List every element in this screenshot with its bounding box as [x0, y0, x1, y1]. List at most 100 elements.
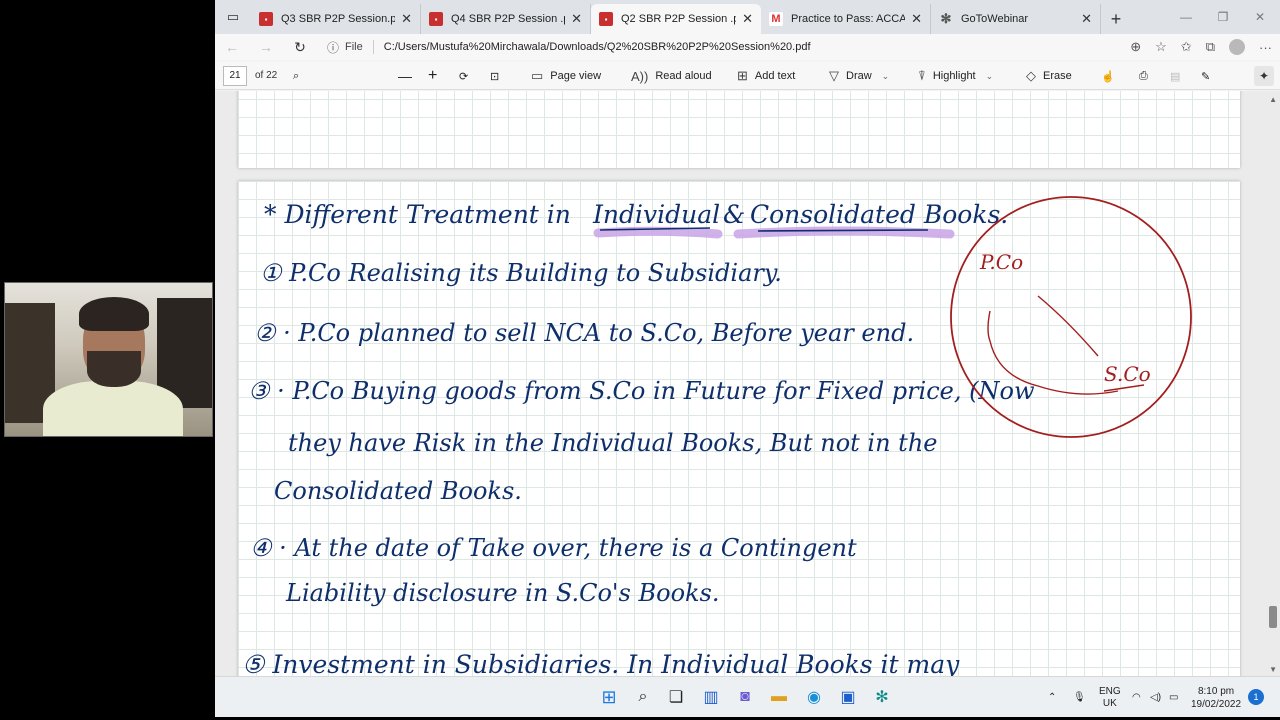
close-tab-icon[interactable]: ✕: [1081, 11, 1092, 27]
diagram-sco-label: S.Co: [1104, 362, 1151, 386]
pdf-icon: ▪: [259, 12, 273, 26]
add-text-button[interactable]: ⊞ Add text: [737, 62, 795, 90]
volume-icon[interactable]: ◁): [1150, 677, 1161, 717]
note-item-3-line-2: they have Risk in the Individual Books, …: [288, 429, 938, 457]
draw-button[interactable]: ▽ Draw ⌄: [829, 62, 889, 90]
file-explorer-icon[interactable]: ▬: [768, 686, 790, 708]
chat-icon[interactable]: ◙: [734, 686, 756, 708]
pdf-page-previous: [238, 91, 1240, 168]
back-icon[interactable]: ←: [215, 39, 249, 55]
favorites-icon[interactable]: ✩: [1181, 39, 1192, 55]
tray-overflow-icon[interactable]: ⌃: [1048, 677, 1056, 717]
page-number-input[interactable]: 21: [223, 65, 247, 86]
tab-q4[interactable]: ▪ Q4 SBR P2P Session .pdf ✕: [421, 4, 591, 34]
restore-icon[interactable]: ❐: [1205, 0, 1241, 34]
taskbar: ⊞ ⌕ ❏ ▥ ◙ ▬ ◉ ▣ ✻ ⌃ 🎙 ENG UK ◠ ◁) ▭ 8:10…: [215, 676, 1280, 717]
highlight-button[interactable]: ⍒ Highlight ⌄: [918, 62, 993, 90]
note-item-3-line-1: ③ · P.Co Buying goods from S.Co in Futur…: [248, 377, 1035, 405]
diagram-arrow: [1037, 295, 1099, 357]
zoom-out-icon[interactable]: —: [398, 62, 412, 90]
close-tab-icon[interactable]: ✕: [911, 11, 922, 27]
note-item-4-line-2: Liability disclosure in S.Co's Books.: [285, 579, 720, 607]
chevron-down-icon[interactable]: ⌄: [986, 71, 994, 82]
note-item-1: ① P.Co Realising its Building to Subsidi…: [260, 259, 782, 287]
info-icon[interactable]: ⓘ: [327, 39, 339, 56]
save-as-icon[interactable]: ✎: [1201, 62, 1210, 90]
page-view-button[interactable]: ▭ Page view: [531, 62, 601, 90]
url-field[interactable]: C:/Users/Mustufa%20Mirchawala/Downloads/…: [384, 41, 811, 53]
note-item-4-line-1: ④ · At the date of Take over, there is a…: [250, 534, 857, 562]
handwritten-notes: * Different Treatment in Individual & Co…: [242, 196, 1192, 676]
widgets-icon[interactable]: ▥: [700, 686, 722, 708]
print-icon[interactable]: ⎙: [1139, 62, 1148, 90]
pdf-icon: ▪: [429, 12, 443, 26]
tab-acca[interactable]: M Practice to Pass: ACCA Exam ✕: [761, 4, 931, 34]
url-scheme: File: [345, 41, 363, 53]
pin-icon[interactable]: ✦: [1254, 66, 1274, 86]
battery-icon[interactable]: ▭: [1169, 677, 1178, 717]
microphone-icon[interactable]: 🎙: [1073, 677, 1086, 717]
close-window-icon[interactable]: ✕: [1242, 0, 1278, 34]
favorite-icon[interactable]: ☆: [1155, 39, 1167, 55]
search-icon[interactable]: ⌕: [632, 686, 654, 708]
notification-badge[interactable]: 1: [1248, 689, 1264, 705]
close-tab-icon[interactable]: ✕: [742, 11, 753, 27]
more-icon[interactable]: ···: [1259, 40, 1272, 55]
language-indicator[interactable]: ENG UK: [1099, 677, 1121, 717]
read-aloud-button[interactable]: A)) Read aloud: [631, 62, 712, 90]
collections-icon[interactable]: ⧉: [1206, 39, 1215, 55]
refresh-icon[interactable]: ↻: [283, 39, 317, 56]
new-tab-button[interactable]: +: [1101, 4, 1131, 34]
task-view-icon[interactable]: ❏: [665, 686, 687, 708]
scrollbar-thumb[interactable]: [1269, 606, 1277, 628]
scroll-up-icon[interactable]: ▲: [1269, 95, 1277, 104]
scroll-down-icon[interactable]: ▼: [1269, 665, 1277, 674]
tab-q2[interactable]: ▪ Q2 SBR P2P Session .pdf ✕: [591, 4, 761, 34]
add-text-icon: ⊞: [737, 68, 748, 83]
page-view-icon: ▭: [531, 68, 544, 83]
pdf-viewer[interactable]: * Different Treatment in Individual & Co…: [215, 91, 1280, 676]
gotowebinar-icon[interactable]: ✻: [871, 686, 893, 708]
wifi-icon[interactable]: ◠: [1132, 677, 1141, 717]
erase-button[interactable]: ◇ Erase: [1026, 62, 1072, 90]
highlight-icon: ⍒: [918, 68, 926, 83]
add-text-label: Add text: [754, 70, 796, 82]
tab-actions-icon[interactable]: ▭: [215, 0, 251, 34]
tab-gotowebinar[interactable]: ✻ GoToWebinar ✕: [931, 4, 1101, 34]
draw-icon: ▽: [829, 68, 839, 83]
pdf-toolbar: 21 of 22 ⌕ — + ⟳ ⊡ ▭ Page view A)) Read …: [215, 62, 1280, 90]
search-icon[interactable]: ⌕: [293, 62, 299, 90]
minimize-icon[interactable]: —: [1168, 0, 1204, 34]
close-tab-icon[interactable]: ✕: [401, 11, 412, 27]
clock[interactable]: 8:10 pm 19/02/2022: [1191, 677, 1241, 717]
highlight-mark: [593, 226, 723, 239]
tab-title: Q2 SBR P2P Session .pdf: [621, 13, 737, 25]
tab-q3[interactable]: ▪ Q3 SBR P2P Session.pdf ✕: [251, 4, 421, 34]
clock-time: 8:10 pm: [1197, 685, 1235, 697]
store-icon[interactable]: ▣: [837, 686, 859, 708]
forward-icon[interactable]: →: [249, 39, 283, 55]
page-total: of 22: [255, 70, 278, 81]
zoom-in-icon[interactable]: +: [428, 62, 437, 90]
chevron-down-icon[interactable]: ⌄: [882, 71, 890, 82]
rotate-icon[interactable]: ⟳: [459, 62, 468, 90]
pdf-page-current: * Different Treatment in Individual & Co…: [238, 181, 1240, 676]
tab-title: GoToWebinar: [961, 13, 1029, 25]
tab-strip: ▭ ▪ Q3 SBR P2P Session.pdf ✕ ▪ Q4 SBR P2…: [215, 0, 1280, 34]
close-tab-icon[interactable]: ✕: [571, 11, 582, 27]
profile-avatar[interactable]: [1229, 39, 1245, 55]
screen: ▭ ▪ Q3 SBR P2P Session.pdf ✕ ▪ Q4 SBR P2…: [0, 0, 1280, 720]
fit-page-icon[interactable]: ⊡: [490, 62, 499, 90]
note-item-2: ② · P.Co planned to sell NCA to S.Co, Be…: [254, 319, 914, 347]
notes-heading-consolidated: Consolidated Books.: [750, 200, 1008, 229]
edge-icon[interactable]: ◉: [803, 686, 825, 708]
windows-start-icon[interactable]: ⊞: [598, 686, 620, 708]
touch-icon: ☝: [1101, 70, 1115, 83]
address-bar: ← → ↻ ⓘ File C:/Users/Mustufa%20Mirchawa…: [215, 34, 1280, 60]
zoom-icon[interactable]: ⊕: [1130, 39, 1141, 55]
browser-window: ▭ ▪ Q3 SBR P2P Session.pdf ✕ ▪ Q4 SBR P2…: [215, 0, 1280, 717]
gotowebinar-icon: ✻: [940, 11, 952, 26]
underline-mark: [757, 229, 929, 232]
read-aloud-icon: A)): [631, 68, 649, 84]
notes-heading-amp: &: [723, 200, 745, 229]
